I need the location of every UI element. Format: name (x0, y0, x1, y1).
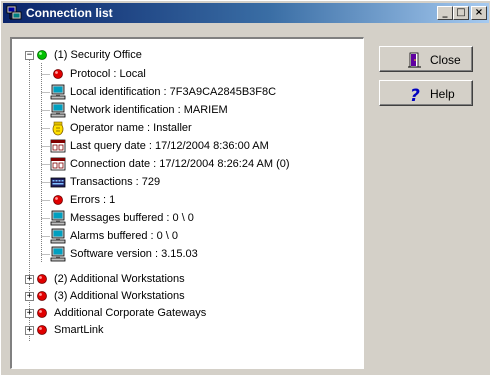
tree-node-label: Additional Corporate Gateways (54, 307, 207, 319)
computer-icon (50, 246, 66, 262)
computer-icon (50, 228, 66, 244)
svg-text:?: ? (410, 86, 420, 103)
tree-node-label: Software version : 3.15.03 (70, 248, 198, 260)
maximize-button[interactable]: □ (453, 6, 469, 20)
red-dot-icon (53, 195, 63, 205)
tree-node-label: Network identification : MARIEM (70, 104, 228, 116)
close-button-label: Close (430, 53, 461, 67)
tree-node-label: Alarms buffered : 0 \ 0 (70, 230, 179, 242)
operator-icon (52, 121, 64, 136)
computer-icon (50, 210, 66, 226)
door-exit-icon (408, 52, 421, 68)
connection-list-window: Connection list _ □ × − (1) Security Off… (0, 0, 490, 375)
question-mark-icon: ? (410, 86, 420, 103)
title-bar[interactable]: Connection list _ □ × (3, 3, 489, 23)
transactions-icon (50, 177, 66, 188)
expand-toggle-additional-workstations-2[interactable]: + (25, 275, 34, 284)
help-button-label: Help (430, 87, 455, 101)
help-button[interactable]: ? Help (379, 80, 473, 106)
red-dot-icon (37, 308, 47, 318)
close-button[interactable]: Close (379, 46, 473, 72)
tree-node-label: Connection date : 17/12/2004 8:26:24 AM … (70, 158, 290, 170)
calendar-icon (50, 139, 66, 153)
red-dot-icon (37, 325, 47, 335)
tree-node-label: (1) Security Office (54, 49, 142, 61)
tree-node-label: (2) Additional Workstations (54, 273, 185, 285)
computer-icon (50, 102, 66, 118)
tree-node-label: Messages buffered : 0 \ 0 (70, 212, 194, 224)
tree-node-label: SmartLink (54, 324, 104, 336)
red-dot-icon (37, 274, 47, 284)
expand-toggle-smartlink[interactable]: + (25, 326, 34, 335)
green-dot-icon (37, 50, 47, 60)
tree-node-label: Local identification : 7F3A9CA2845B3F8C (70, 86, 277, 98)
minimize-button[interactable]: _ (437, 6, 453, 20)
tree-node-label: Transactions : 729 (70, 176, 161, 188)
tree-node-label: (3) Additional Workstations (54, 290, 185, 302)
expand-toggle-corporate-gateways[interactable]: + (25, 309, 34, 318)
collapse-toggle-root[interactable]: − (25, 51, 34, 60)
computer-icon (50, 84, 66, 100)
tree-node-label: Last query date : 17/12/2004 8:36:00 AM (70, 140, 269, 152)
red-dot-icon (37, 291, 47, 301)
close-window-button[interactable]: × (471, 6, 487, 20)
tree-node-label: Operator name : Installer (70, 122, 192, 134)
window-title: Connection list (26, 6, 113, 20)
tree-node-label: Errors : 1 (70, 194, 116, 206)
computer-network-icon (6, 5, 22, 20)
red-dot-icon (53, 69, 63, 79)
connection-tree[interactable]: − (1) Security Office Protocol : Local L… (10, 37, 364, 369)
expand-toggle-additional-workstations-3[interactable]: + (25, 292, 34, 301)
calendar-icon (50, 157, 66, 171)
tree-node-label: Protocol : Local (70, 68, 146, 80)
